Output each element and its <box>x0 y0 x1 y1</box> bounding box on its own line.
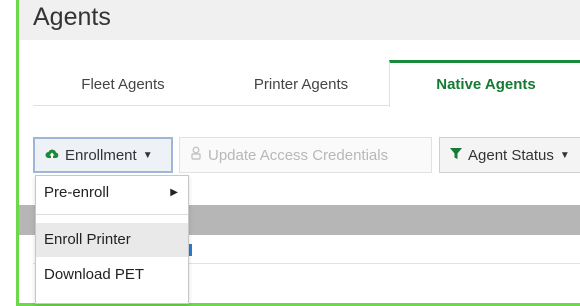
page-title: Agents <box>33 3 111 31</box>
enrollment-label: Enrollment <box>65 146 137 164</box>
agent-tabs: Fleet Agents Printer Agents Native Agent… <box>33 60 580 107</box>
tab-fleet-agents[interactable]: Fleet Agents <box>33 60 213 106</box>
grid-header <box>189 205 580 235</box>
cloud-upload-icon <box>45 147 59 164</box>
menu-divider <box>36 214 188 215</box>
menu-item-download-pet[interactable]: Download PET <box>36 258 188 292</box>
tab-native-agents[interactable]: Native Agents <box>389 60 580 107</box>
menu-item-enroll-printer[interactable]: Enroll Printer <box>36 223 188 257</box>
key-person-icon <box>190 146 202 164</box>
tab-printer-agents[interactable]: Printer Agents <box>213 60 389 106</box>
grid-header-strip <box>19 205 35 235</box>
filter-icon <box>450 147 462 164</box>
chevron-down-icon: ▼ <box>142 149 153 161</box>
table-row-link[interactable] <box>189 244 192 256</box>
enrollment-dropdown-menu: Pre-enroll ▶ Enroll Printer Download PET <box>35 175 189 304</box>
agent-status-label: Agent Status <box>468 146 554 164</box>
menu-item-pre-enroll[interactable]: Pre-enroll ▶ <box>36 176 188 210</box>
chevron-right-icon: ▶ <box>170 187 178 198</box>
page-header: Agents <box>19 0 580 40</box>
update-access-credentials-label: Update Access Credentials <box>208 146 389 164</box>
chevron-down-icon: ▼ <box>559 149 570 161</box>
enrollment-button[interactable]: Enrollment ▼ <box>33 137 173 173</box>
toolbar: Enrollment ▼ Update Access Credentials A… <box>19 137 580 173</box>
agents-panel: Agents Fleet Agents Printer Agents Nativ… <box>16 0 580 306</box>
update-access-credentials-button[interactable]: Update Access Credentials <box>179 137 432 173</box>
agent-status-button[interactable]: Agent Status ▼ <box>439 137 580 173</box>
menu-item-label: Pre-enroll <box>44 184 110 201</box>
